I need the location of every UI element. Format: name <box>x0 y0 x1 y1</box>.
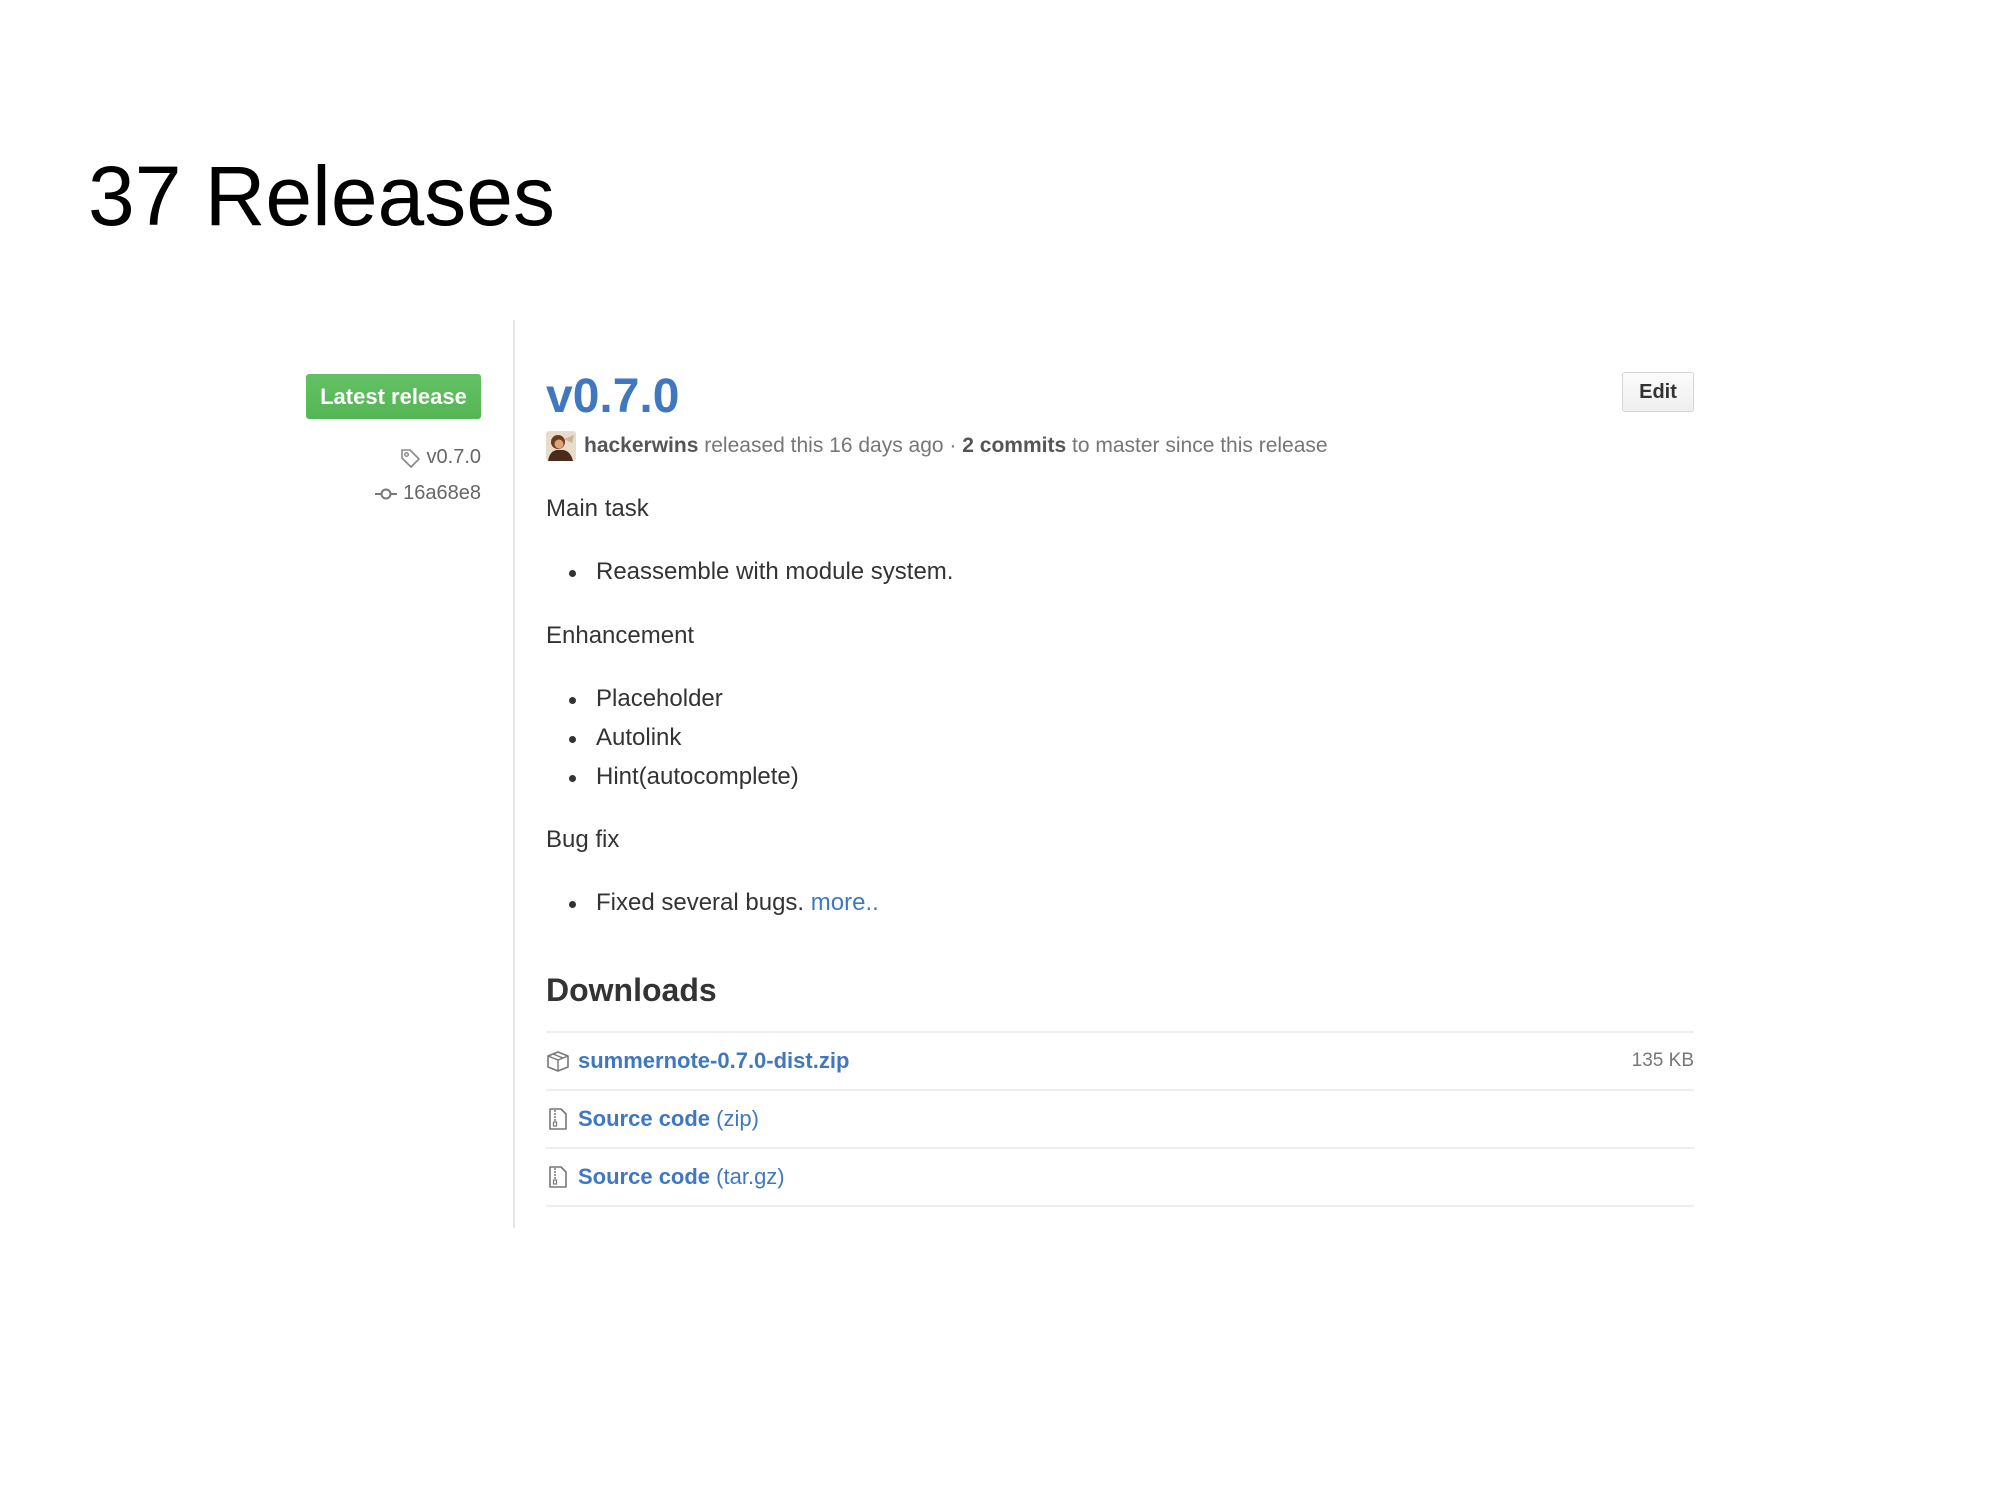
latest-release-badge: Latest release <box>306 374 481 419</box>
released-text: released this 16 days ago <box>704 434 944 457</box>
list-item: Reassemble with module system. <box>546 557 953 596</box>
list-item: Placeholder <box>546 684 799 723</box>
file-zip-icon <box>546 1107 570 1131</box>
download-link[interactable]: Source code <box>578 1106 710 1132</box>
file-zip-icon <box>546 1165 570 1189</box>
commit-link[interactable]: 16a68e8 <box>375 482 481 505</box>
commits-suffix: to master since this release <box>1071 434 1328 457</box>
tag-label: v0.7.0 <box>426 446 481 468</box>
package-icon <box>546 1049 570 1073</box>
download-row-dist-zip[interactable]: summernote-0.7.0-dist.zip 135 KB <box>546 1033 1694 1091</box>
list-item: Fixed several bugs. more.. <box>546 888 879 927</box>
byline-separator: · <box>949 434 957 457</box>
download-row-source-targz[interactable]: Source code (tar.gz) <box>546 1149 1694 1207</box>
author-link[interactable]: hackerwins <box>584 434 698 458</box>
list-item-text: Fixed several bugs. <box>596 889 805 916</box>
release-byline: hackerwins released this 16 days ago · 2… <box>546 431 1328 461</box>
edit-button[interactable]: Edit <box>1622 372 1694 412</box>
commit-sha: 16a68e8 <box>403 482 481 504</box>
release-title[interactable]: v0.7.0 <box>546 364 679 430</box>
file-size: 135 KB <box>1631 1050 1694 1071</box>
download-format[interactable]: (tar.gz) <box>716 1164 784 1190</box>
notes-list-bug-fix: Fixed several bugs. more.. <box>546 888 879 927</box>
timeline-divider <box>513 320 515 1228</box>
tag-link[interactable]: v0.7.0 <box>399 446 481 469</box>
notes-list-enhancement: Placeholder Autolink Hint(autocomplete) <box>546 684 799 801</box>
notes-list-main-task: Reassemble with module system. <box>546 557 953 596</box>
list-item: Hint(autocomplete) <box>546 762 799 801</box>
commits-link[interactable]: 2 commits <box>962 434 1066 458</box>
page-title: 37 Releases <box>88 149 555 243</box>
notes-heading-enhancement: Enhancement <box>546 622 695 649</box>
downloads-heading: Downloads <box>546 972 717 1008</box>
notes-heading-bug-fix: Bug fix <box>546 826 620 853</box>
download-row-source-zip[interactable]: Source code (zip) <box>546 1091 1694 1149</box>
notes-heading-main-task: Main task <box>546 495 649 522</box>
git-commit-icon <box>375 487 398 501</box>
download-link[interactable]: summernote-0.7.0-dist.zip <box>578 1048 849 1074</box>
download-format[interactable]: (zip) <box>716 1106 759 1132</box>
more-link[interactable]: more.. <box>811 889 879 916</box>
list-item: Autolink <box>546 723 799 762</box>
download-link[interactable]: Source code <box>578 1164 710 1190</box>
avatar[interactable] <box>546 431 576 461</box>
downloads-list: summernote-0.7.0-dist.zip 135 KB Source … <box>546 1031 1694 1207</box>
tag-icon <box>399 447 421 469</box>
